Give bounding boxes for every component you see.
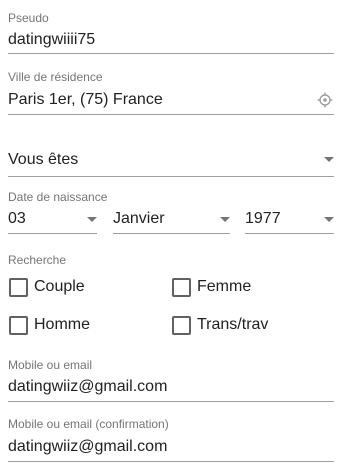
checkbox-box[interactable] bbox=[9, 316, 28, 335]
checkbox-couple[interactable]: Couple bbox=[8, 277, 158, 297]
mobile-confirm-input[interactable]: datingwiiz@gmail.com bbox=[8, 437, 167, 457]
vous-etes-value: Vous êtes bbox=[8, 151, 79, 168]
checkbox-label-femme: Femme bbox=[197, 278, 252, 295]
pseudo-underline bbox=[8, 53, 334, 54]
ville-label: Ville de résidence bbox=[8, 70, 103, 84]
checkbox-label-homme: Homme bbox=[34, 316, 91, 333]
day-value: 03 bbox=[8, 210, 26, 227]
pseudo-label: Pseudo bbox=[8, 11, 49, 25]
month-select[interactable]: Janvier bbox=[113, 205, 230, 233]
location-crosshair-icon[interactable] bbox=[317, 92, 333, 108]
naissance-label: Date de naissance bbox=[8, 190, 108, 204]
month-underline bbox=[113, 233, 230, 234]
day-underline bbox=[8, 233, 97, 234]
chevron-down-icon bbox=[87, 217, 97, 222]
pseudo-input[interactable]: datingwiiii75 bbox=[8, 30, 95, 50]
checkbox-label-trans: Trans/trav bbox=[197, 316, 269, 333]
checkbox-box[interactable] bbox=[172, 316, 191, 335]
month-value: Janvier bbox=[113, 210, 165, 227]
recherche-label: Recherche bbox=[8, 253, 67, 267]
year-underline bbox=[245, 233, 334, 234]
mobile-confirm-underline bbox=[8, 461, 334, 462]
checkbox-box[interactable] bbox=[9, 278, 28, 297]
mobile-input[interactable]: datingwiiz@gmail.com bbox=[8, 377, 167, 397]
ville-underline bbox=[8, 114, 334, 115]
vous-etes-underline bbox=[8, 176, 334, 177]
day-select[interactable]: 03 bbox=[8, 205, 97, 233]
checkbox-homme[interactable]: Homme bbox=[8, 315, 158, 335]
vous-etes-select[interactable]: Vous êtes bbox=[8, 146, 334, 176]
chevron-down-icon bbox=[324, 157, 334, 162]
checkbox-label-couple: Couple bbox=[34, 278, 85, 295]
chevron-down-icon bbox=[220, 217, 230, 222]
ville-input[interactable]: Paris 1er, (75) France bbox=[8, 90, 163, 110]
checkbox-femme[interactable]: Femme bbox=[171, 277, 321, 297]
checkbox-trans[interactable]: Trans/trav bbox=[171, 315, 321, 335]
mobile-confirm-label: Mobile ou email (confirmation) bbox=[8, 417, 169, 431]
checkbox-box[interactable] bbox=[172, 278, 191, 297]
mobile-label: Mobile ou email bbox=[8, 358, 93, 372]
year-value: 1977 bbox=[245, 210, 281, 227]
mobile-underline bbox=[8, 401, 334, 402]
year-select[interactable]: 1977 bbox=[245, 205, 334, 233]
chevron-down-icon bbox=[324, 217, 334, 222]
